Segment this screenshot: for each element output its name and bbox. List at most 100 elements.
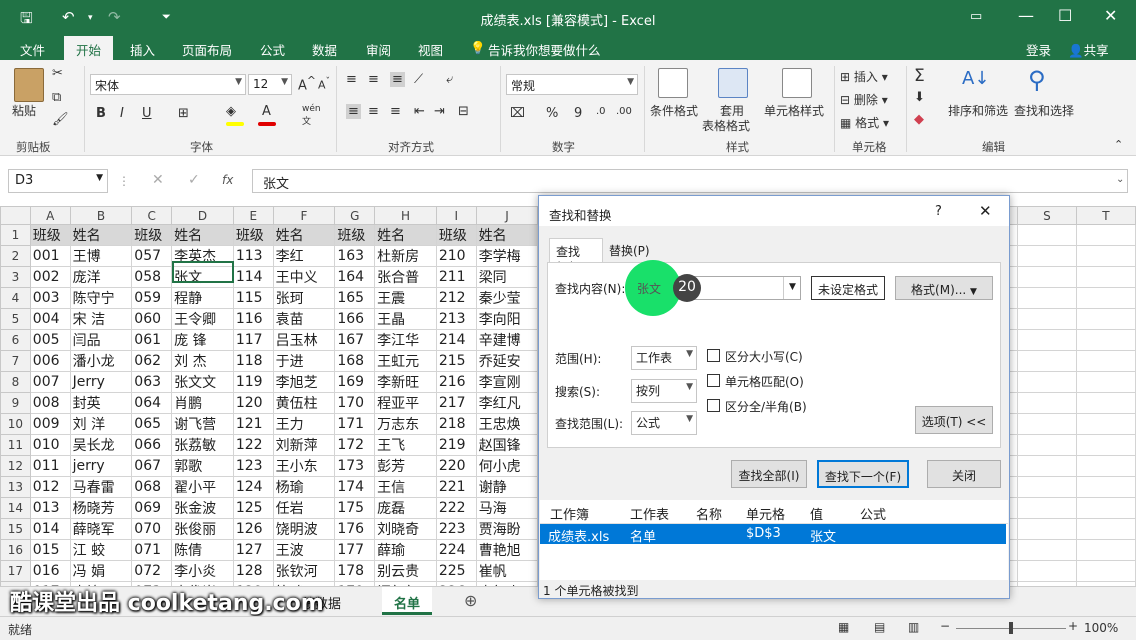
cell[interactable]: 潘小龙 <box>69 350 133 372</box>
cell[interactable]: 058 <box>131 266 173 288</box>
fill-color-icon[interactable] <box>226 122 244 126</box>
cell[interactable]: 刘新萍 <box>272 434 336 456</box>
tab-page-layout[interactable]: 页面布局 <box>182 40 232 59</box>
cell[interactable]: 217 <box>435 392 477 414</box>
cell[interactable]: 016 <box>29 560 71 582</box>
cell[interactable]: 004 <box>29 308 71 330</box>
cell[interactable]: 李江华 <box>374 329 437 351</box>
cell[interactable]: 222 <box>435 497 477 519</box>
empty-cell[interactable] <box>1016 455 1077 477</box>
cell[interactable]: 178 <box>334 560 376 582</box>
cell[interactable]: 彭芳 <box>374 455 437 477</box>
cell[interactable]: 002 <box>29 266 71 288</box>
cell[interactable]: 姓名 <box>475 224 539 246</box>
cell[interactable]: 班级 <box>435 224 477 246</box>
empty-cell[interactable] <box>1075 518 1136 540</box>
align-left-icon[interactable]: ≡ <box>346 104 361 119</box>
row-header[interactable]: 12 <box>0 455 31 477</box>
cell[interactable]: 114 <box>232 266 274 288</box>
cell[interactable]: 001 <box>29 245 71 267</box>
cell[interactable]: 王波 <box>272 539 336 561</box>
col-name[interactable]: 名称 <box>696 504 722 523</box>
copy-icon[interactable]: ⧉ <box>52 90 61 105</box>
cell[interactable]: 刘 洋 <box>69 413 133 435</box>
cell[interactable]: 215 <box>435 350 477 372</box>
empty-cell[interactable] <box>1075 308 1136 330</box>
close-window-icon[interactable]: ✕ <box>1104 6 1117 25</box>
options-button[interactable]: 选项(T) << <box>915 406 993 434</box>
cell[interactable]: 211 <box>435 266 477 288</box>
cell[interactable]: 乔延安 <box>475 350 539 372</box>
increase-decimal-icon[interactable]: .0 <box>596 106 606 117</box>
increase-indent-icon[interactable]: ⇥ <box>434 104 445 119</box>
row-header[interactable]: 6 <box>0 329 31 351</box>
cell[interactable]: 李学梅 <box>475 245 539 267</box>
cell[interactable]: 009 <box>29 413 71 435</box>
conditional-format-button[interactable]: 条件格式 <box>650 102 698 119</box>
cell[interactable]: 姓名 <box>171 224 234 246</box>
empty-cell[interactable] <box>1075 476 1136 498</box>
cell[interactable]: 067 <box>131 455 173 477</box>
cell[interactable]: 216 <box>435 371 477 393</box>
add-sheet-icon[interactable]: ⊕ <box>464 591 477 610</box>
cell[interactable]: 170 <box>334 392 376 414</box>
cell[interactable]: 003 <box>29 287 71 309</box>
tab-find[interactable]: 查找(D) <box>549 238 603 274</box>
decrease-decimal-icon[interactable]: .00 <box>616 106 632 117</box>
cell-styles-button[interactable]: 单元格样式 <box>764 102 824 119</box>
decrease-indent-icon[interactable]: ⇤ <box>414 104 425 119</box>
empty-cell[interactable] <box>1016 392 1077 414</box>
cell[interactable]: 王小东 <box>272 455 336 477</box>
empty-cell[interactable] <box>1075 350 1136 372</box>
tab-insert[interactable]: 插入 <box>130 40 155 59</box>
cell[interactable]: 黄伍柱 <box>272 392 336 414</box>
chevron-down-icon[interactable]: ▼ <box>783 277 801 299</box>
find-all-button[interactable]: 查找全部(I) <box>731 460 807 488</box>
cell[interactable]: 陈倩 <box>171 539 234 561</box>
align-bottom-icon[interactable]: ≡ <box>390 72 405 87</box>
cell[interactable]: 王虹元 <box>374 350 437 372</box>
cell[interactable]: 174 <box>334 476 376 498</box>
cell[interactable]: 杜新房 <box>374 245 437 267</box>
delete-cells-button[interactable]: ⊟ 删除 ▾ <box>840 91 888 108</box>
cell[interactable]: 马春雷 <box>69 476 133 498</box>
tab-review[interactable]: 审阅 <box>366 40 391 59</box>
find-select-icon[interactable]: ⚲ <box>1028 66 1046 94</box>
cell[interactable]: 李红 <box>272 245 336 267</box>
empty-cell[interactable] <box>1075 413 1136 435</box>
cell[interactable]: 张珂 <box>272 287 336 309</box>
cell[interactable]: 072 <box>131 560 173 582</box>
cell[interactable]: 万志东 <box>374 413 437 435</box>
row-header[interactable]: 7 <box>0 350 31 372</box>
col-workbook[interactable]: 工作簿 <box>550 504 589 523</box>
cell[interactable]: 张金波 <box>171 497 234 519</box>
cell[interactable]: 008 <box>29 392 71 414</box>
col-sheet[interactable]: 工作表 <box>630 504 669 523</box>
empty-cell[interactable] <box>1075 287 1136 309</box>
cell[interactable]: 王中义 <box>272 266 336 288</box>
tab-data[interactable]: 数据 <box>312 40 337 59</box>
zoom-level[interactable]: 100% <box>1084 621 1118 635</box>
empty-cell[interactable] <box>1016 560 1077 582</box>
cell[interactable]: 宋 洁 <box>69 308 133 330</box>
cell[interactable]: 班级 <box>29 224 71 246</box>
share-button[interactable]: 👤共享 <box>1068 40 1109 59</box>
cell[interactable]: 李英杰 <box>171 245 234 267</box>
cell[interactable]: 059 <box>131 287 173 309</box>
cell[interactable]: 214 <box>435 329 477 351</box>
column-header-T[interactable]: T <box>1075 206 1136 225</box>
cell[interactable]: 122 <box>232 434 274 456</box>
cell[interactable]: 张俊丽 <box>171 518 234 540</box>
cell[interactable]: 程亚平 <box>374 392 437 414</box>
cell[interactable]: 218 <box>435 413 477 435</box>
sort-filter-button[interactable]: 排序和筛选 <box>948 102 1008 119</box>
cell[interactable]: 119 <box>232 371 274 393</box>
cell[interactable]: 124 <box>232 476 274 498</box>
cell-styles-icon[interactable] <box>782 68 812 98</box>
cell[interactable]: 168 <box>334 350 376 372</box>
cell[interactable]: 121 <box>232 413 274 435</box>
cell[interactable]: 177 <box>334 539 376 561</box>
empty-cell[interactable] <box>1016 308 1077 330</box>
cell[interactable]: 张文 <box>171 266 234 288</box>
cell[interactable]: 赵国锋 <box>475 434 539 456</box>
